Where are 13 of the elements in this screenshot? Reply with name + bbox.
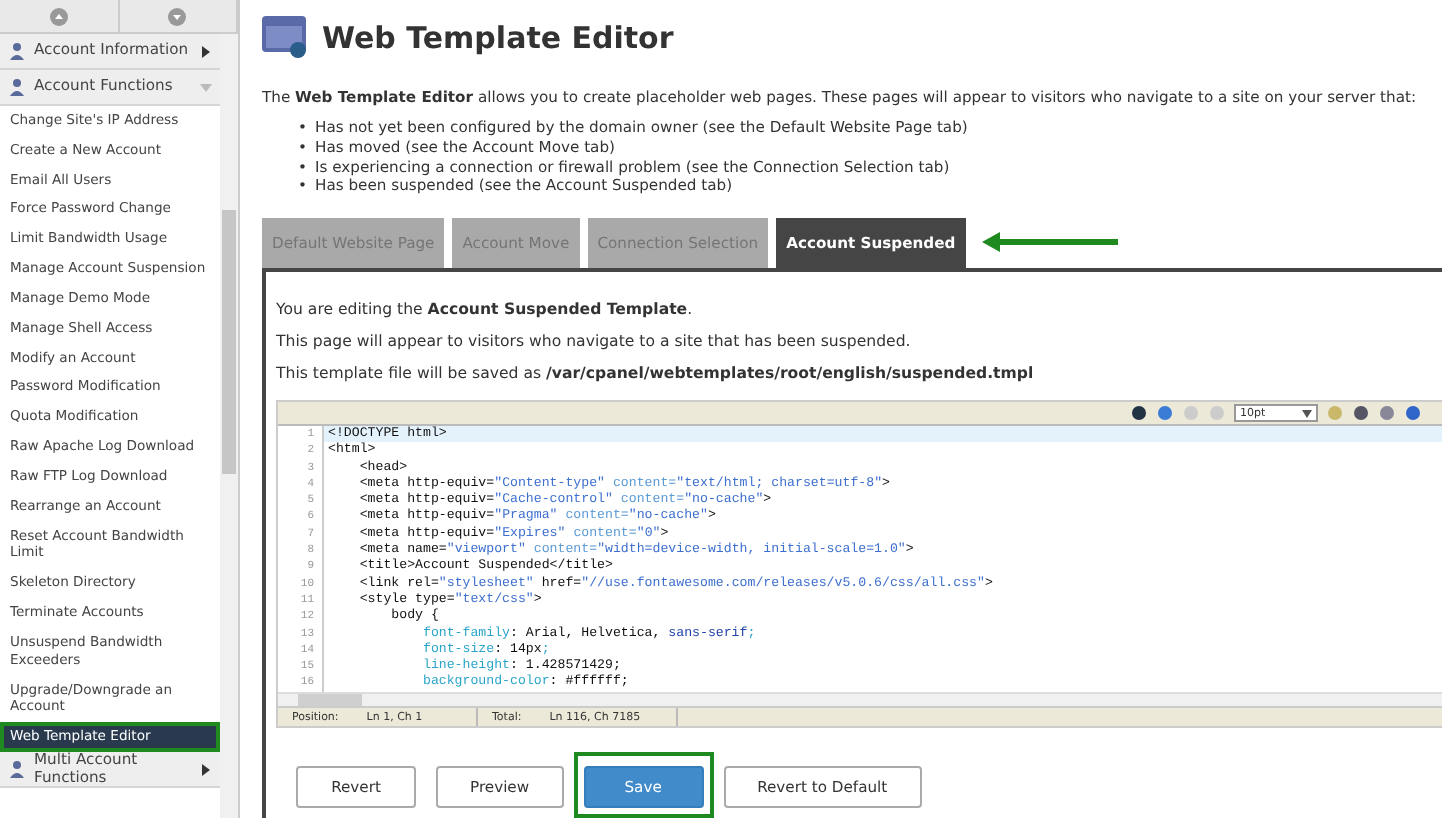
expand-caret-icon <box>200 45 212 57</box>
browser-window-icon <box>262 15 310 60</box>
scrollbar[interactable] <box>220 34 238 818</box>
scroll-down-icon[interactable] <box>168 7 187 25</box>
page-title: Web Template Editor <box>322 19 674 56</box>
horizontal-scrollbar[interactable] <box>278 692 1442 706</box>
scroll-up-icon[interactable] <box>49 7 68 25</box>
user-icon <box>8 760 26 779</box>
dropdown-caret-icon <box>1302 409 1312 417</box>
expand-caret-icon <box>200 763 212 776</box>
user-icon <box>8 42 26 60</box>
user-icon <box>8 78 26 96</box>
collapse-caret-icon <box>200 81 212 93</box>
